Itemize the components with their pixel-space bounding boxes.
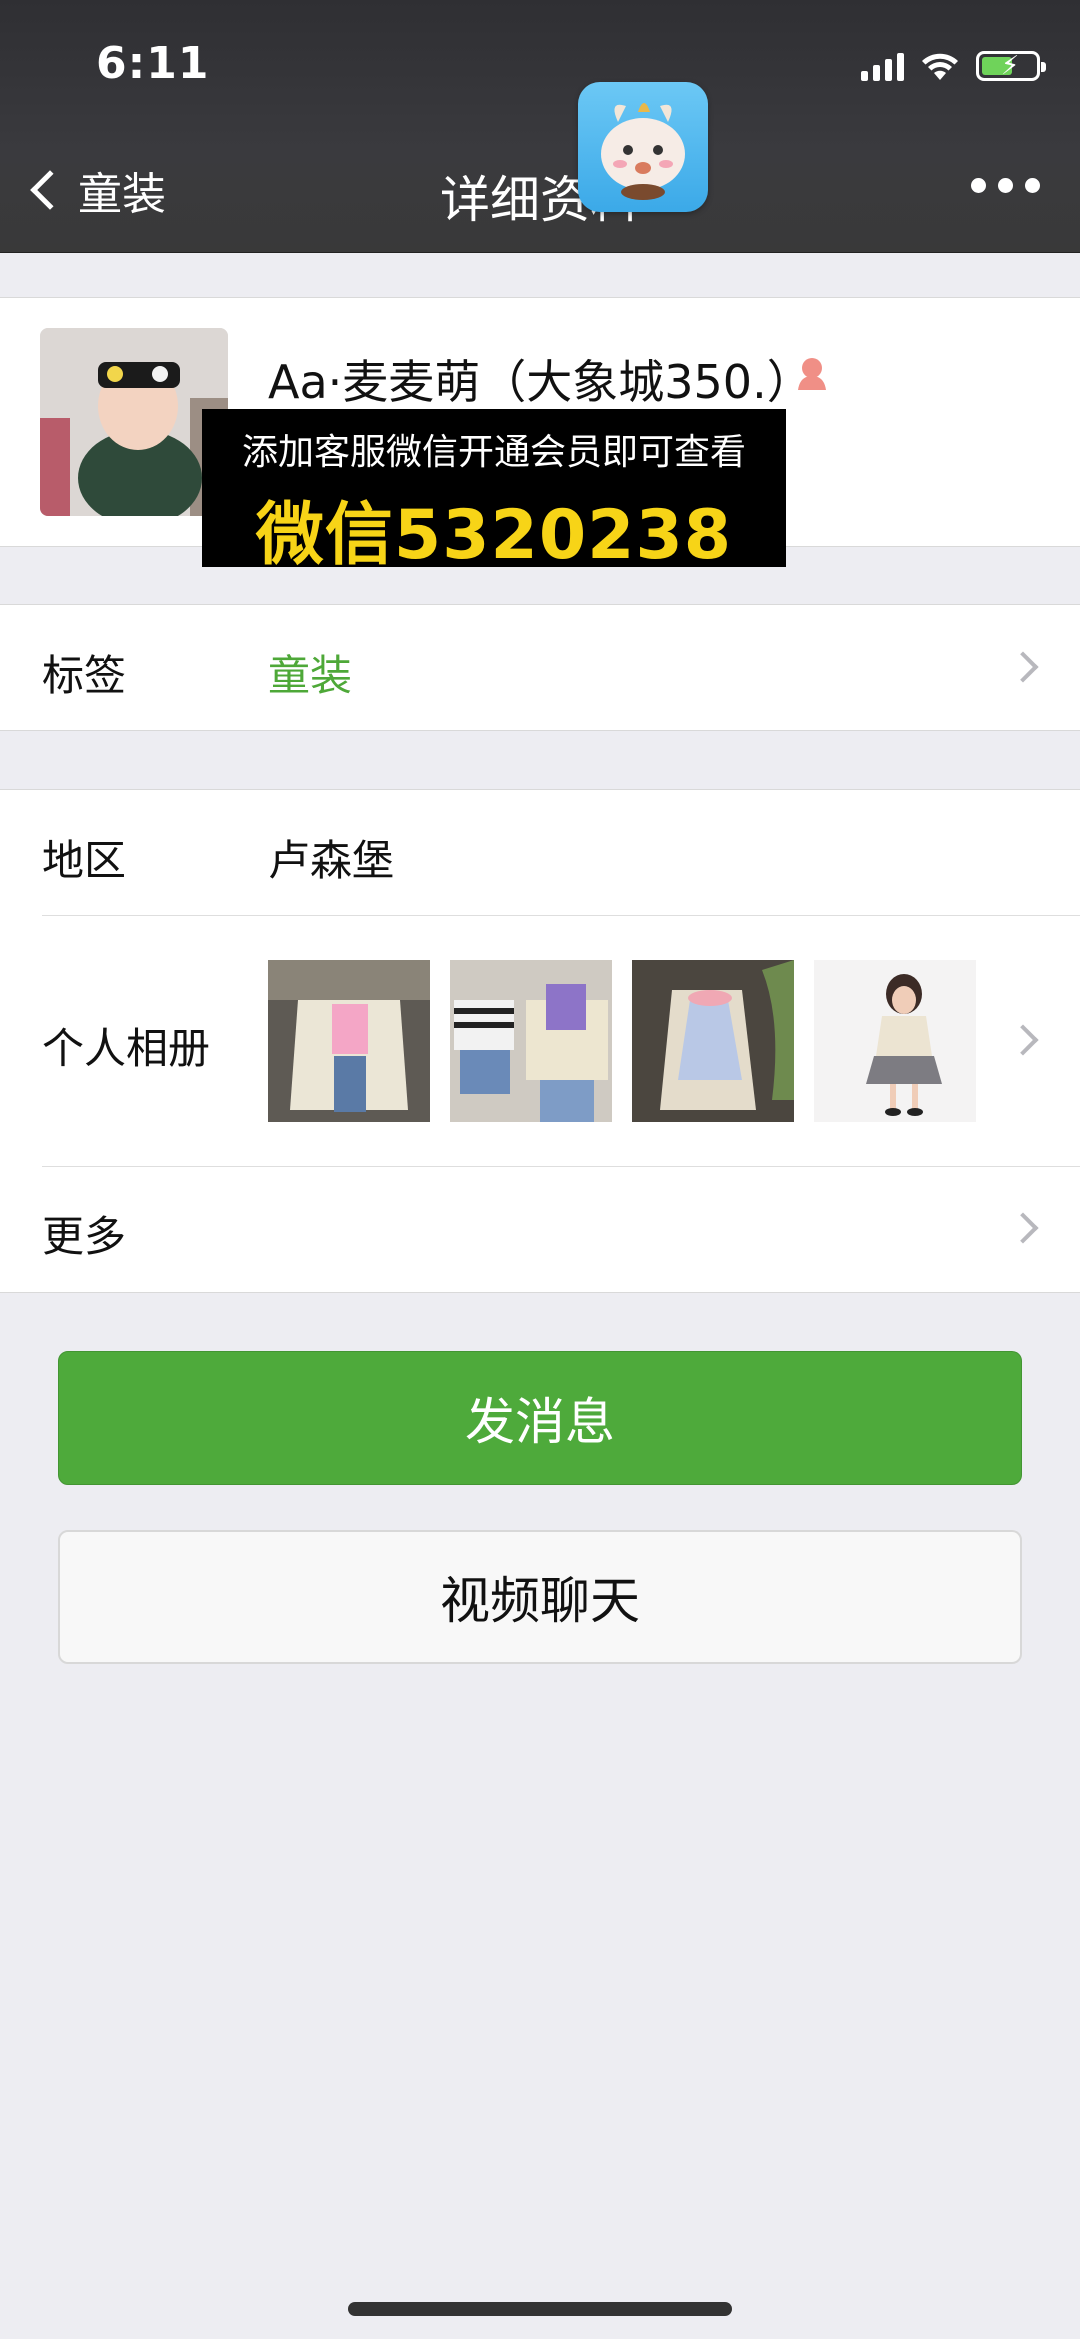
signal-icon — [861, 51, 904, 81]
album-thumbnails[interactable] — [268, 960, 976, 1122]
page-title: 详细资料 — [440, 171, 640, 229]
album-photo[interactable] — [814, 960, 976, 1122]
album-photo[interactable] — [450, 960, 612, 1122]
more-dots-icon[interactable] — [971, 178, 1040, 193]
region-label: 地区 — [42, 836, 127, 885]
chevron-right-icon — [1007, 1024, 1039, 1056]
promo-wechat-id: 微信5320238 — [255, 496, 733, 575]
send-message-button[interactable]: 发消息 — [58, 1351, 1022, 1485]
status-icons: ⚡ — [861, 46, 1046, 86]
mascot-app-icon — [578, 82, 708, 212]
wifi-icon — [922, 53, 958, 80]
album-photo[interactable] — [632, 960, 794, 1122]
tags-label: 标签 — [42, 651, 127, 700]
promo-overlay-banner: 添加客服微信开通会员即可查看 微信5320238 — [202, 409, 786, 575]
home-indicator[interactable] — [348, 2302, 732, 2316]
album-label: 个人相册 — [42, 1024, 211, 1073]
info-list: 地区 卢森堡 个人相册 更多 — [0, 789, 1080, 1293]
region-value: 卢森堡 — [268, 836, 395, 885]
tags-row[interactable]: 标签 童装 — [0, 604, 1080, 731]
battery-icon: ⚡ — [976, 51, 1046, 81]
more-label: 更多 — [42, 1212, 127, 1261]
header: 6:11 ⚡ 童装 详细资料 — [0, 0, 1080, 253]
video-chat-button[interactable]: 视频聊天 — [58, 1530, 1022, 1664]
album-photo[interactable] — [268, 960, 430, 1122]
tags-value: 童装 — [268, 651, 353, 700]
chevron-right-icon — [1007, 651, 1039, 683]
chevron-right-icon — [1007, 1212, 1039, 1244]
female-icon — [798, 358, 826, 390]
profile-name: Aa·麦麦萌（大象城350.） — [268, 355, 813, 409]
profile-detail-page: 6:11 ⚡ 童装 详细资料 Aa·麦麦萌（大象城350.） 添加客服微信开通会… — [0, 0, 1080, 2339]
avatar[interactable] — [40, 328, 228, 516]
status-time: 6:11 — [96, 38, 210, 89]
promo-line1: 添加客服微信开通会员即可查看 — [241, 432, 746, 473]
